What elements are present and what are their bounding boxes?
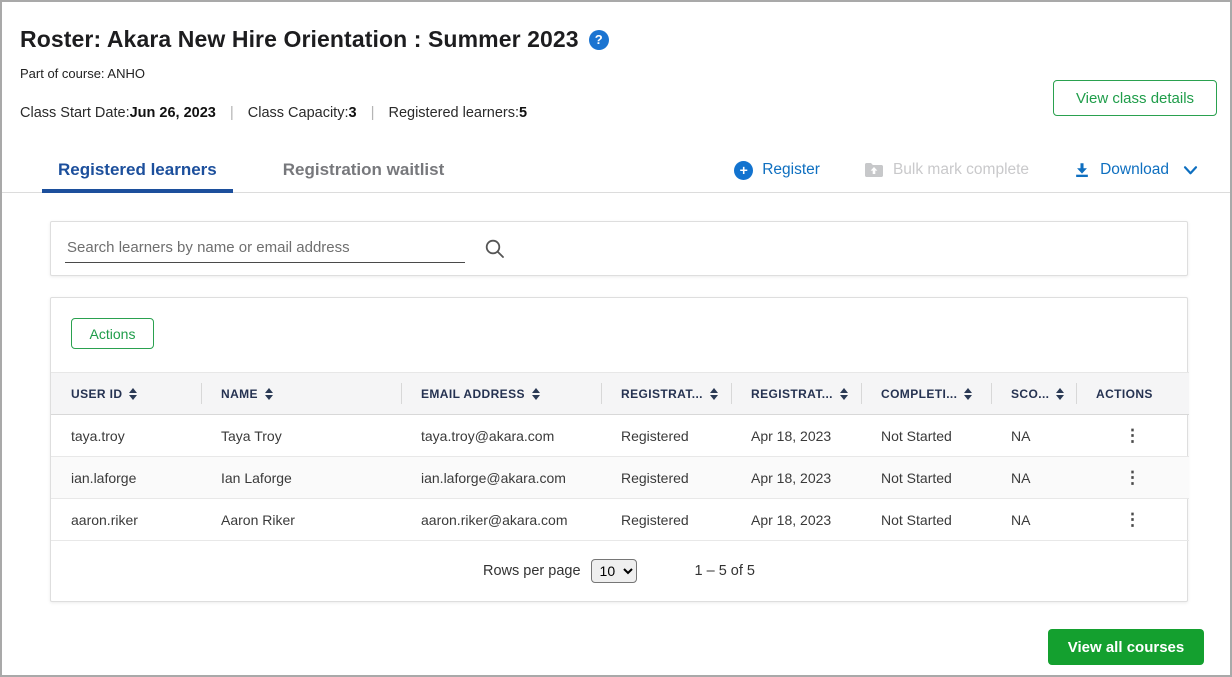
sort-icon[interactable] (1056, 388, 1064, 400)
sort-icon[interactable] (129, 388, 137, 400)
actions-row: Actions (51, 298, 1187, 372)
column-label: REGISTRAT... (751, 387, 833, 401)
kebab-menu-icon[interactable]: ⋮ (1121, 469, 1145, 486)
table-cell: Taya Troy (201, 415, 401, 457)
table-cell: NA (991, 499, 1076, 541)
column-label: REGISTRAT... (621, 387, 703, 401)
table-cell: Apr 18, 2023 (731, 415, 861, 457)
table-header-row: USER ID NAME EMAIL ADDRESS REGISTRAT... REGI… (51, 373, 1189, 415)
pagination-bar: Rows per page 10 1 – 5 of 5 (51, 541, 1187, 601)
table-cell: taya.troy (51, 415, 201, 457)
table-cell: Apr 18, 2023 (731, 457, 861, 499)
table-cell: Registered (601, 499, 731, 541)
table-row: taya.troyTaya Troytaya.troy@akara.comReg… (51, 415, 1189, 457)
kebab-menu-icon[interactable]: ⋮ (1121, 427, 1145, 444)
download-button[interactable]: Download (1073, 161, 1169, 179)
class-start-date-value: Jun 26, 2023 (130, 105, 216, 121)
column-label: USER ID (71, 387, 122, 401)
column-header-actions: ACTIONS (1076, 373, 1189, 415)
learners-table-card: Actions USER ID NAME EMAIL ADDRESS REGISTRA… (50, 297, 1188, 602)
view-class-details-button[interactable]: View class details (1053, 80, 1217, 116)
table-cell-actions: ⋮ (1076, 499, 1189, 541)
learners-table: USER ID NAME EMAIL ADDRESS REGISTRAT... REGI… (51, 372, 1189, 541)
table-cell: Ian Laforge (201, 457, 401, 499)
download-group: Download (1073, 161, 1198, 179)
chevron-down-icon[interactable] (1183, 165, 1198, 176)
actions-button[interactable]: Actions (71, 318, 154, 349)
table-cell: Registered (601, 415, 731, 457)
toolbar: + Register Bulk mark complete (734, 147, 1198, 193)
course-subtitle: Part of course: ANHO (20, 66, 145, 81)
sort-icon[interactable] (840, 388, 848, 400)
table-cell-actions: ⋮ (1076, 415, 1189, 457)
column-label: ACTIONS (1096, 387, 1153, 401)
column-label: NAME (221, 387, 258, 401)
column-label: EMAIL ADDRESS (421, 387, 525, 401)
class-capacity-value: 3 (348, 105, 356, 121)
column-header-user-id[interactable]: USER ID (51, 373, 201, 415)
sort-icon[interactable] (265, 388, 273, 400)
info-separator: | (371, 104, 375, 121)
sort-icon[interactable] (532, 388, 540, 400)
search-card (50, 221, 1188, 276)
table-cell: Not Started (861, 457, 991, 499)
register-button[interactable]: + Register (734, 161, 820, 180)
page-header: Roster: Akara New Hire Orientation : Sum… (20, 26, 609, 53)
tab-bar: Registered learners Registration waitlis… (2, 147, 1230, 193)
sort-icon[interactable] (964, 388, 972, 400)
column-label: SCO... (1011, 387, 1049, 401)
table-cell: taya.troy@akara.com (401, 415, 601, 457)
register-button-label: Register (762, 161, 820, 179)
class-info-line: Class Start Date: Jun 26, 2023 | Class C… (20, 104, 527, 121)
column-header-sco[interactable]: SCO... (991, 373, 1076, 415)
registered-learners-value: 5 (519, 105, 527, 121)
bulk-mark-complete-button[interactable]: Bulk mark complete (864, 161, 1029, 179)
download-button-label: Download (1100, 161, 1169, 179)
search-input[interactable] (65, 235, 465, 263)
table-row: ian.laforgeIan Laforgeian.laforge@akara.… (51, 457, 1189, 499)
info-separator: | (230, 104, 234, 121)
column-header-registrat[interactable]: REGISTRAT... (601, 373, 731, 415)
bulk-mark-complete-label: Bulk mark complete (893, 161, 1029, 179)
folder-upload-icon (864, 162, 884, 178)
column-header-registrat[interactable]: REGISTRAT... (731, 373, 861, 415)
rows-per-page-label: Rows per page (483, 563, 581, 579)
registered-learners-label: Registered learners: (388, 105, 519, 121)
table-cell: Registered (601, 457, 731, 499)
class-start-date-label: Class Start Date: (20, 105, 130, 121)
sort-icon[interactable] (710, 388, 718, 400)
search-icon[interactable] (483, 237, 507, 261)
view-all-courses-button[interactable]: View all courses (1048, 629, 1204, 665)
download-icon (1073, 161, 1091, 179)
table-cell: Not Started (861, 415, 991, 457)
plus-icon: + (734, 161, 753, 180)
column-header-email-address[interactable]: EMAIL ADDRESS (401, 373, 601, 415)
table-cell: NA (991, 457, 1076, 499)
table-cell: aaron.riker@akara.com (401, 499, 601, 541)
tab-registered-learners[interactable]: Registered learners (42, 147, 233, 192)
table-cell: ian.laforge (51, 457, 201, 499)
pagination-range: 1 – 5 of 5 (695, 563, 755, 579)
tabs: Registered learners Registration waitlis… (42, 147, 460, 192)
table-cell-actions: ⋮ (1076, 457, 1189, 499)
column-label: COMPLETI... (881, 387, 957, 401)
table-cell: Apr 18, 2023 (731, 499, 861, 541)
column-header-completi[interactable]: COMPLETI... (861, 373, 991, 415)
table-row: aaron.rikerAaron Rikeraaron.riker@akara.… (51, 499, 1189, 541)
table-body: taya.troyTaya Troytaya.troy@akara.comReg… (51, 415, 1189, 541)
page-title: Roster: Akara New Hire Orientation : Sum… (20, 26, 579, 53)
table-cell: aaron.riker (51, 499, 201, 541)
column-header-name[interactable]: NAME (201, 373, 401, 415)
kebab-menu-icon[interactable]: ⋮ (1121, 511, 1145, 528)
table-cell: ian.laforge@akara.com (401, 457, 601, 499)
help-icon[interactable]: ? (589, 30, 609, 50)
rows-per-page-select[interactable]: 10 (591, 559, 637, 583)
class-capacity-label: Class Capacity: (248, 105, 349, 121)
table-cell: Not Started (861, 499, 991, 541)
table-cell: NA (991, 415, 1076, 457)
tab-registration-waitlist[interactable]: Registration waitlist (267, 147, 461, 192)
roster-page: Roster: Akara New Hire Orientation : Sum… (0, 0, 1232, 677)
table-cell: Aaron Riker (201, 499, 401, 541)
